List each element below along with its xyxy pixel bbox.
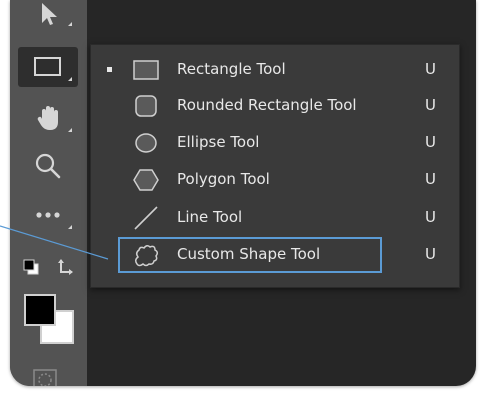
foreground-color-swatch[interactable] xyxy=(24,294,56,326)
custom-shape-highlight xyxy=(118,237,382,273)
menu-item-shortcut: U xyxy=(425,245,436,263)
line-icon xyxy=(134,206,158,230)
more-tools[interactable] xyxy=(18,195,78,235)
menu-item-shortcut: U xyxy=(425,133,436,151)
menu-item-shortcut: U xyxy=(425,60,436,78)
shape-tools-flyout: Rectangle Tool U Rounded Rectangle Tool … xyxy=(90,44,460,288)
menu-item-label: Rounded Rectangle Tool xyxy=(177,96,357,114)
rectangle-tool-icon xyxy=(34,57,61,76)
hand-tool[interactable] xyxy=(18,98,78,138)
tool-group-indicator xyxy=(68,225,72,229)
default-colors-button[interactable] xyxy=(22,258,40,276)
menu-item-polygon-tool[interactable]: Polygon Tool U xyxy=(91,163,459,197)
menu-item-label: Ellipse Tool xyxy=(177,133,260,151)
quick-mask-button[interactable] xyxy=(32,368,58,386)
menu-item-ellipse-tool[interactable]: Ellipse Tool U xyxy=(91,126,459,160)
rectangle-tool[interactable] xyxy=(18,47,78,87)
tool-group-indicator xyxy=(68,128,72,132)
menu-item-label: Polygon Tool xyxy=(177,170,270,188)
app-frame: Rectangle Tool U Rounded Rectangle Tool … xyxy=(10,0,476,386)
ellipse-icon xyxy=(135,133,157,153)
menu-item-rounded-rectangle-tool[interactable]: Rounded Rectangle Tool U xyxy=(91,89,459,123)
swap-colors-button[interactable] xyxy=(56,256,78,278)
menu-item-shortcut: U xyxy=(425,170,436,188)
more-tools-icon xyxy=(36,212,60,218)
rounded-rectangle-icon xyxy=(135,95,157,117)
swap-colors-icon xyxy=(58,259,73,275)
move-tool-icon xyxy=(42,3,57,25)
menu-item-rectangle-tool[interactable]: Rectangle Tool U xyxy=(91,53,459,87)
zoom-tool[interactable] xyxy=(18,146,78,186)
zoom-tool-icon xyxy=(35,153,61,179)
move-tool[interactable] xyxy=(18,0,78,32)
quick-mask-icon xyxy=(33,369,57,386)
menu-item-label: Line Tool xyxy=(177,208,243,226)
menu-item-label: Rectangle Tool xyxy=(177,60,286,78)
selected-bullet xyxy=(107,67,112,72)
default-colors-icon xyxy=(23,259,39,275)
menu-item-line-tool[interactable]: Line Tool U xyxy=(91,201,459,235)
menu-item-shortcut: U xyxy=(425,96,436,114)
tool-group-indicator xyxy=(68,77,72,81)
hand-tool-icon xyxy=(37,106,58,130)
polygon-icon xyxy=(133,169,159,191)
tools-panel xyxy=(10,0,87,386)
rectangle-icon xyxy=(133,60,159,80)
menu-item-shortcut: U xyxy=(425,208,436,226)
tool-group-indicator xyxy=(68,22,72,26)
